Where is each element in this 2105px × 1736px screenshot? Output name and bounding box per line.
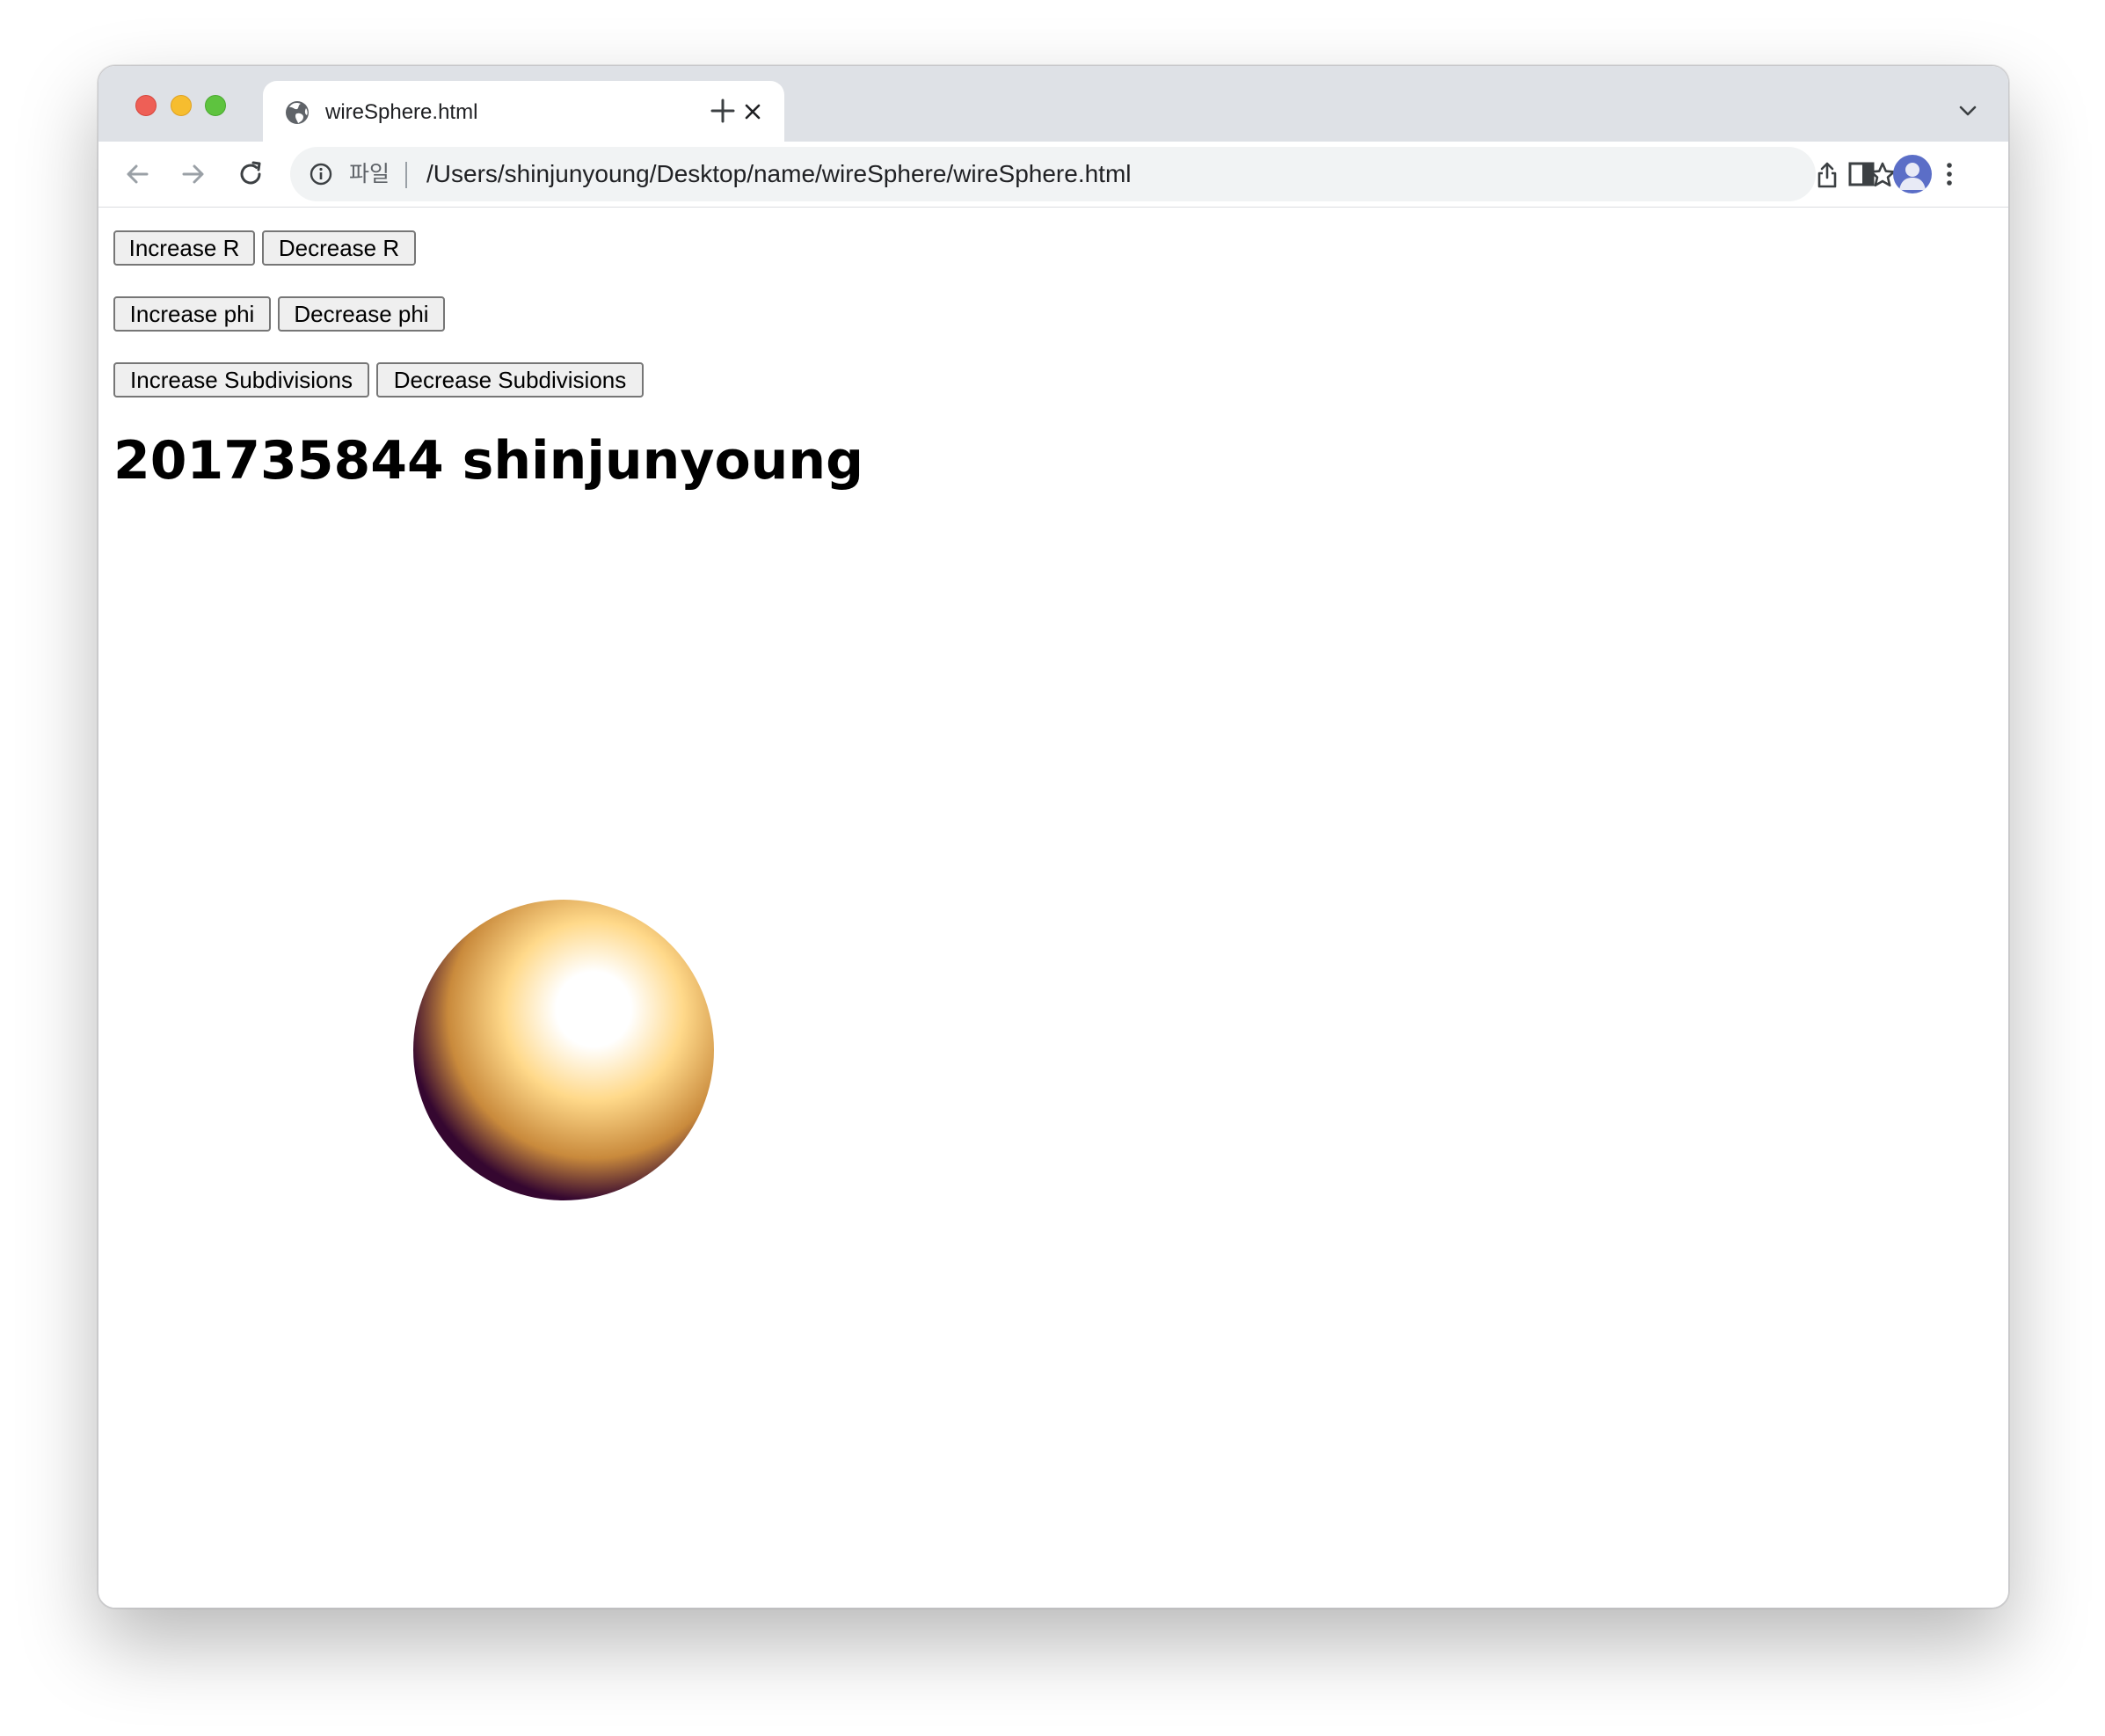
increase-subdivisions-button[interactable]: Increase Subdivisions bbox=[113, 362, 369, 398]
decrease-phi-button[interactable]: Decrease phi bbox=[278, 296, 445, 332]
window-close-button[interactable] bbox=[135, 95, 157, 116]
increase-r-button[interactable]: Increase R bbox=[113, 230, 255, 266]
webgl-canvas[interactable] bbox=[113, 580, 1019, 1257]
info-icon[interactable] bbox=[309, 162, 333, 186]
more-vert-icon[interactable] bbox=[1934, 159, 1964, 189]
window-minimize-button[interactable] bbox=[171, 95, 192, 116]
url-scheme-label: 파일 bbox=[349, 162, 390, 186]
increase-phi-button[interactable]: Increase phi bbox=[113, 296, 271, 332]
browser-window: wireSphere.html 파일 /Users/shinjunyoung/D… bbox=[98, 65, 2009, 1608]
person-icon bbox=[1899, 163, 1926, 190]
shaded-sphere bbox=[413, 900, 714, 1200]
reload-icon[interactable] bbox=[236, 159, 266, 189]
screenshot-stage: wireSphere.html 파일 /Users/shinjunyoung/D… bbox=[0, 0, 2105, 1736]
browser-toolbar: 파일 /Users/shinjunyoung/Desktop/name/wire… bbox=[98, 142, 2008, 208]
close-icon[interactable] bbox=[743, 102, 762, 121]
tab-strip: wireSphere.html bbox=[98, 66, 2008, 142]
forward-arrow-icon[interactable] bbox=[178, 159, 208, 189]
tab-wiresphere[interactable]: wireSphere.html bbox=[263, 81, 784, 142]
plus-icon[interactable] bbox=[710, 98, 736, 124]
decrease-subdivisions-button[interactable]: Decrease Subdivisions bbox=[376, 362, 644, 398]
chevron-down-icon[interactable] bbox=[1958, 101, 1978, 120]
address-separator bbox=[405, 162, 407, 188]
profile-avatar-icon[interactable] bbox=[1893, 155, 1932, 193]
url-text[interactable]: /Users/shinjunyoung/Desktop/name/wireSph… bbox=[426, 158, 1132, 190]
address-bar[interactable]: 파일 /Users/shinjunyoung/Desktop/name/wire… bbox=[290, 147, 1896, 201]
side-panel-icon[interactable] bbox=[1846, 159, 1876, 189]
window-maximize-button[interactable] bbox=[205, 95, 226, 116]
page-content: Increase R Decrease R Increase phi Decre… bbox=[98, 208, 2008, 1608]
back-arrow-icon[interactable] bbox=[122, 159, 152, 189]
decrease-r-button[interactable]: Decrease R bbox=[262, 230, 416, 266]
share-icon[interactable] bbox=[1814, 161, 1840, 189]
page-title: 201735844 shinjunyoung bbox=[113, 430, 864, 492]
globe-icon bbox=[286, 101, 309, 124]
tab-title: wireSphere.html bbox=[325, 100, 478, 124]
